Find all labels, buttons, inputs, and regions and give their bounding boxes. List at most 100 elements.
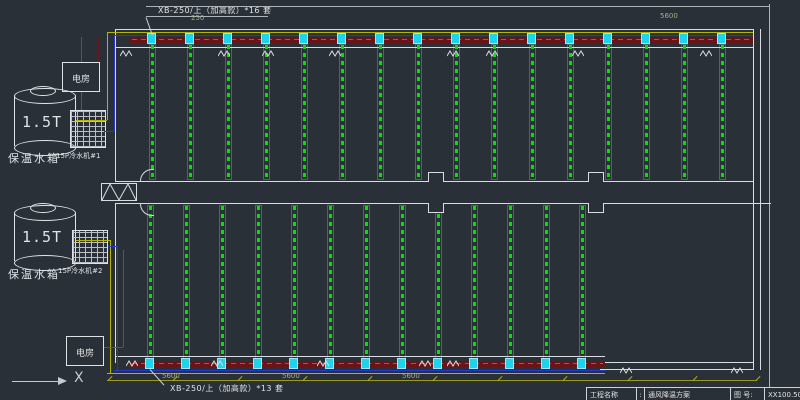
- pipe-supply-bottom: [107, 373, 605, 374]
- chiller-bottom-label: 15P冷水机#2: [58, 266, 102, 276]
- pipe-return-bottom-branch: [108, 246, 117, 247]
- corridor-niche-top-2: [588, 172, 604, 182]
- power-room-top-box: 电房: [62, 62, 100, 92]
- chiller-top-label: 15P冷水机#1: [56, 151, 100, 161]
- fabric-duct-top-14: [643, 44, 650, 180]
- power-room-bottom-box: 电房: [66, 336, 104, 366]
- tank-top-capacity: 1.5T: [22, 113, 62, 131]
- fabric-duct-bottom-7: [363, 205, 370, 360]
- fabric-duct-top-5: [301, 44, 308, 180]
- door-break-bottom-4: [419, 352, 431, 371]
- fabric-duct-bottom-9: [435, 205, 442, 360]
- title-block-name-label: 工程名称: [587, 388, 637, 400]
- corridor-arc-door-top: [140, 169, 154, 182]
- corridor-double-door-symbol: [101, 183, 137, 205]
- x-axis-arrowhead-icon: [58, 377, 67, 385]
- dimension-text-top-right: 5600: [660, 12, 678, 20]
- fabric-duct-bottom-3: [219, 205, 226, 360]
- power-line-top-to-chiller: [81, 92, 82, 110]
- fan-unit-bottom-4: [253, 358, 262, 369]
- x-axis-line: [12, 381, 60, 382]
- fan-unit-bottom-13: [577, 358, 586, 369]
- power-line-bottom-branch: [104, 347, 123, 348]
- fabric-duct-top-12: [567, 44, 574, 180]
- title-block-colon: :: [637, 388, 645, 400]
- wall-left-lower: [115, 203, 116, 363]
- fabric-duct-top-16: [719, 44, 726, 180]
- fan-unit-bottom-2: [181, 358, 190, 369]
- fan-unit-top-2: [185, 33, 194, 44]
- door-break-bottom-right-2: [731, 359, 743, 378]
- power-room-top-label: 电房: [72, 72, 90, 85]
- power-room-bottom-label: 电房: [76, 346, 94, 359]
- fabric-duct-top-4: [263, 44, 270, 180]
- title-block-number-label: 图 号:: [731, 388, 765, 400]
- fabric-duct-top-8: [415, 44, 422, 180]
- wall-right-inner: [753, 29, 754, 370]
- fabric-duct-top-13: [605, 44, 612, 180]
- door-break-top-2: [218, 42, 230, 61]
- fan-unit-bottom-9: [433, 358, 442, 369]
- tank-bottom-capacity: 1.5T: [22, 228, 62, 246]
- door-break-top-5: [447, 42, 459, 61]
- pipe-supply-bottom-riser: [110, 240, 111, 373]
- dimension-text-top-left: 250: [191, 14, 204, 22]
- wall-top-inner: [115, 47, 753, 48]
- fan-unit-top-13: [603, 33, 612, 44]
- fan-unit-bottom-10: [469, 358, 478, 369]
- fan-unit-top-8: [413, 33, 422, 44]
- pipe-return-top-riser: [114, 35, 115, 131]
- dimension-tick-11: [756, 376, 761, 381]
- fan-unit-bottom-1: [145, 358, 154, 369]
- door-break-top-4: [329, 42, 341, 61]
- fan-unit-top-5: [299, 33, 308, 44]
- fan-unit-bottom-11: [505, 358, 514, 369]
- pipe-supply-top-branch: [76, 120, 107, 121]
- door-break-bottom-3: [317, 352, 329, 371]
- fabric-duct-top-15: [681, 44, 688, 180]
- corridor-niche-bottom-1: [428, 203, 444, 213]
- door-break-top-6: [486, 42, 498, 61]
- fabric-duct-top-1: [149, 44, 156, 180]
- power-line-bottom-riser: [123, 250, 124, 347]
- fabric-duct-top-11: [529, 44, 536, 180]
- fabric-duct-bottom-10: [471, 205, 478, 360]
- pipe-supply-top: [107, 32, 753, 33]
- cad-drawing-canvas[interactable]: XB-250/上（加高款）*16 套 XB-250/上（加高款）*13 套 25…: [0, 0, 800, 400]
- fan-unit-top-11: [527, 33, 536, 44]
- fabric-duct-top-7: [377, 44, 384, 180]
- wall-right-outer: [760, 29, 761, 370]
- title-block-project-name: 通风降温方案: [645, 388, 731, 400]
- chiller-bottom-unit: [72, 230, 108, 264]
- fabric-duct-bottom-11: [507, 205, 514, 360]
- pipe-return-top-branch: [104, 131, 114, 132]
- pipe-return-top: [114, 35, 753, 36]
- fabric-duct-bottom-12: [543, 205, 550, 360]
- fan-unit-top-15: [679, 33, 688, 44]
- pipe-supply-top-riser: [107, 32, 108, 120]
- corridor-niche-top-1: [428, 172, 444, 182]
- bottom-row-annotation: XB-250/上（加高款）*13 套: [170, 383, 284, 394]
- power-line-top-riser: [81, 37, 82, 62]
- door-break-bottom-right-1: [620, 359, 632, 378]
- door-break-top-1: [120, 42, 132, 61]
- fabric-duct-bottom-5: [291, 205, 298, 360]
- chiller-top-unit: [70, 110, 106, 148]
- fabric-duct-top-6: [339, 44, 346, 180]
- fabric-duct-top-2: [187, 44, 194, 180]
- fabric-duct-bottom-2: [183, 205, 190, 360]
- title-block-number-value: XX100.50: [765, 388, 800, 400]
- door-break-top-8: [700, 42, 712, 61]
- corridor-niche-bottom-2: [588, 203, 604, 213]
- door-break-bottom-5: [447, 352, 459, 371]
- fabric-duct-bottom-1: [147, 205, 154, 360]
- fabric-duct-bottom-6: [327, 205, 334, 360]
- sheet-frame-top: [146, 6, 770, 7]
- power-feed-top: [98, 37, 99, 62]
- fabric-duct-top-10: [491, 44, 498, 180]
- fan-unit-top-14: [641, 33, 650, 44]
- x-axis-label: X: [74, 370, 84, 386]
- fan-unit-bottom-12: [541, 358, 550, 369]
- tank-bottom-name: 保温水箱: [8, 266, 60, 282]
- fan-unit-top-16: [717, 33, 726, 44]
